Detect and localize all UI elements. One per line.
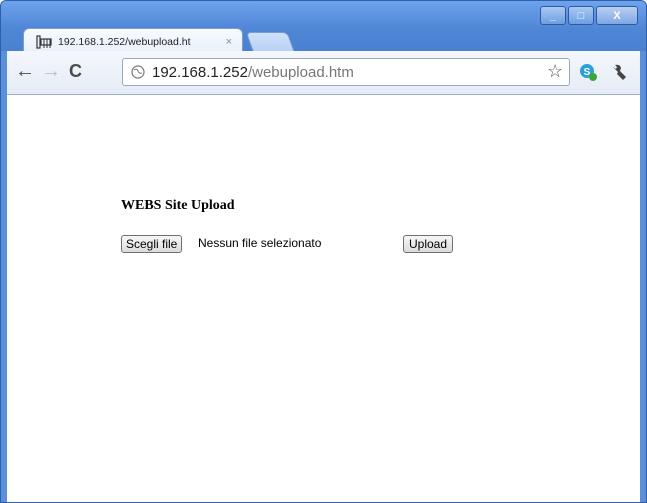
bookmark-star-icon[interactable]: ☆ xyxy=(547,62,563,80)
server-favicon-icon xyxy=(36,35,52,49)
tab-title: 192.168.1.252/webupload.ht xyxy=(58,36,191,48)
choose-file-button[interactable]: Scegli file xyxy=(121,235,183,253)
address-bar[interactable]: 192.168.1.252/webupload.htm xyxy=(122,58,570,86)
page-content: WEBS Site Upload Scegli file Nessun file… xyxy=(7,95,640,502)
browser-window: 192.168.1.252/webupload.ht × _ □ X ← → C… xyxy=(0,0,647,503)
new-tab-button[interactable] xyxy=(245,32,295,51)
wrench-icon[interactable] xyxy=(609,62,629,82)
no-file-selected-label: Nessun file selezionato xyxy=(198,236,322,250)
skype-icon[interactable]: S xyxy=(578,62,598,82)
globe-icon xyxy=(131,65,145,79)
title-bar: 192.168.1.252/webupload.ht × _ □ X xyxy=(1,1,646,52)
reload-icon[interactable]: C xyxy=(69,61,82,81)
close-button[interactable]: X xyxy=(596,6,638,25)
minimize-button[interactable]: _ xyxy=(540,6,566,25)
page-title: WEBS Site Upload xyxy=(121,198,235,213)
navigation-toolbar: ← → C 192.168.1.252/webupload.htm ☆ S xyxy=(7,51,640,95)
url-path: /webupload.htm xyxy=(247,63,354,81)
url-host: 192.168.1.252 xyxy=(152,63,248,81)
url-text: 192.168.1.252/webupload.htm xyxy=(152,64,354,81)
back-arrow-icon[interactable]: ← xyxy=(15,61,35,81)
upload-button[interactable]: Upload xyxy=(403,235,454,253)
tab-close-icon[interactable]: × xyxy=(226,36,232,48)
browser-tab[interactable]: 192.168.1.252/webupload.ht × xyxy=(23,28,243,52)
window-controls: _ □ X xyxy=(540,6,638,25)
forward-arrow-icon[interactable]: → xyxy=(41,61,61,81)
maximize-button[interactable]: □ xyxy=(568,6,594,25)
